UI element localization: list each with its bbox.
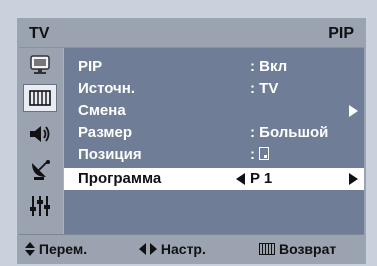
setup-icon[interactable] bbox=[23, 192, 57, 220]
menu-header: TV PIP bbox=[19, 20, 364, 48]
return-hint-label: Возврат bbox=[279, 241, 337, 257]
menu-row-size[interactable]: Размер : Большой bbox=[64, 122, 364, 144]
menu-row-label: Смена bbox=[78, 102, 126, 119]
right-arrow-icon bbox=[349, 105, 358, 117]
pip-menu-icon[interactable] bbox=[23, 84, 57, 112]
picture-icon[interactable] bbox=[23, 52, 57, 80]
position-corner-icon bbox=[259, 147, 270, 160]
right-arrow-icon[interactable] bbox=[349, 173, 358, 185]
menu-row-swap[interactable]: Смена bbox=[64, 100, 364, 122]
menu-row-source[interactable]: Источн. : TV bbox=[64, 78, 364, 100]
adjust-hint: Настр. bbox=[139, 241, 206, 257]
menu-key-icon bbox=[259, 243, 275, 255]
menu-row-label: PIP bbox=[78, 58, 103, 75]
menu-row-pip[interactable]: PIP : Вкл bbox=[64, 56, 364, 78]
adjust-hint-label: Настр. bbox=[160, 241, 206, 257]
menu-row-value: : Большой bbox=[250, 124, 329, 141]
menu-row-program[interactable]: Программа P 1 bbox=[64, 168, 364, 190]
menu-title: PIP bbox=[328, 25, 354, 42]
source-label: TV bbox=[29, 25, 50, 42]
return-hint: Возврат bbox=[259, 241, 336, 257]
channel-icon[interactable] bbox=[23, 156, 57, 184]
menu-row-position[interactable]: Позиция : bbox=[64, 144, 364, 166]
menu-row-value: P 1 bbox=[250, 170, 273, 187]
menu-row-value: : bbox=[250, 146, 270, 163]
menu-panel: PIP : Вкл Источн. : TV Смена Размер : Бо… bbox=[64, 48, 364, 234]
menu-row-label: Источн. bbox=[78, 80, 135, 97]
move-hint: Перем. bbox=[25, 241, 87, 257]
left-right-icon bbox=[139, 243, 157, 255]
menu-row-label: Размер bbox=[78, 124, 133, 141]
menu-row-label: Позиция bbox=[78, 146, 142, 163]
menu-row-value: : TV bbox=[250, 80, 279, 97]
osd-menu-window: TV PIP PIP: Вкл Источн.: TV Смена Разм… bbox=[17, 18, 366, 264]
menu-row-value-text: : bbox=[250, 146, 255, 163]
menu-row-value: : Вкл bbox=[250, 58, 288, 75]
category-sidebar bbox=[19, 48, 63, 234]
menu-row-label: Программа bbox=[78, 170, 162, 187]
left-arrow-icon[interactable] bbox=[236, 173, 245, 185]
key-guide-bar: Перем. Настр. Возврат bbox=[19, 234, 364, 263]
up-down-icon bbox=[25, 242, 35, 256]
sound-icon[interactable] bbox=[23, 120, 57, 148]
move-hint-label: Перем. bbox=[38, 241, 88, 257]
